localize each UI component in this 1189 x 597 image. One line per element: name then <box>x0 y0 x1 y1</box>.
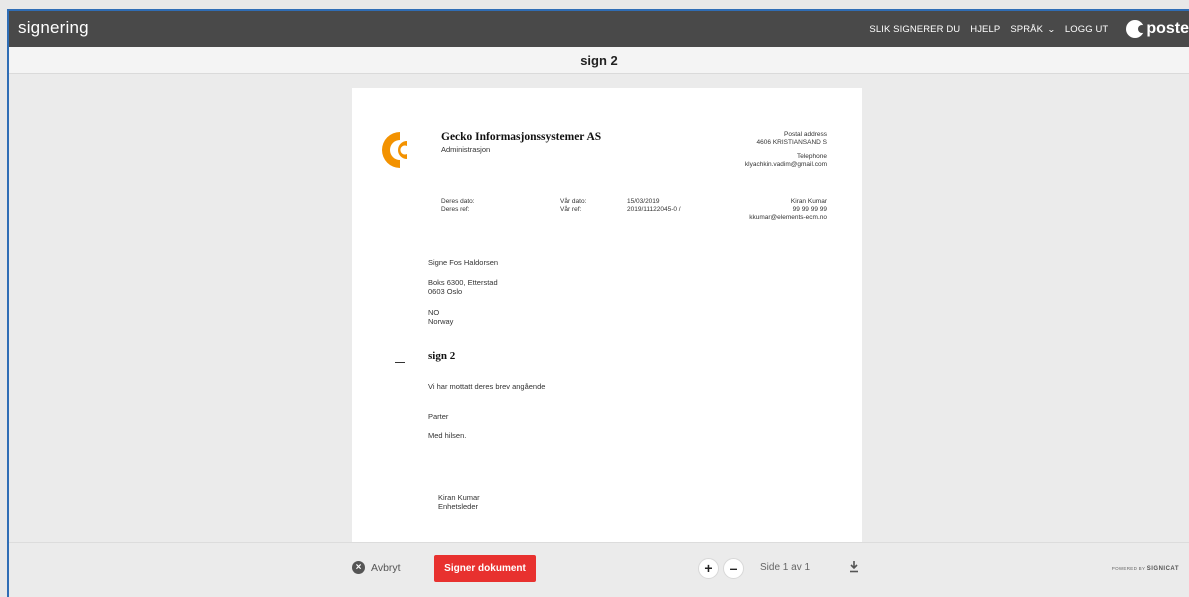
document-page: Gecko Informasjonssystemer AS Administra… <box>352 88 862 542</box>
contact-name: Kiran Kumar <box>790 198 827 205</box>
recipient-country-code: NO <box>428 308 440 317</box>
zoom-in-button[interactable]: + <box>698 558 719 579</box>
postal-label: Postal address <box>784 131 827 138</box>
document-viewer[interactable]: Gecko Informasjonssystemer AS Administra… <box>9 74 1189 542</box>
letter-parter: Parter <box>428 412 449 421</box>
postal-value: 4606 KRISTIANSAND S <box>756 139 827 146</box>
letter-closing: Med hilsen. <box>428 431 467 440</box>
contact-phone: 99 99 99 99 <box>792 206 827 213</box>
recipient-country: Norway <box>428 317 454 326</box>
help-link[interactable]: HJELP <box>970 24 1000 35</box>
telephone-value: klyachkin.vadim@gmail.com <box>744 161 827 168</box>
var-ref-value: 2019/11122045-0 / <box>627 206 681 213</box>
language-menu[interactable]: SPRÅK ⌄ <box>1010 24 1055 35</box>
company-name: Gecko Informasjonssystemer AS <box>441 131 602 143</box>
document-title: sign 2 <box>9 47 1189 74</box>
brand-title: signering <box>18 18 89 37</box>
letter-subject: sign 2 <box>428 350 456 362</box>
signer-name: Kiran Kumar <box>438 493 480 502</box>
signicat-brand: SIGNICAT <box>1146 566 1179 572</box>
contact-email: kkumar@elements-ecm.no <box>749 214 827 221</box>
language-label: SPRÅK <box>1010 23 1044 35</box>
recipient-name: Signe Fos Haldorsen <box>428 258 499 267</box>
cancel-button[interactable]: × Avbryt <box>352 561 401 574</box>
telephone-label: Telephone <box>797 153 827 160</box>
posten-logo-text: poste <box>1146 20 1189 37</box>
var-ref-label: Vår ref: <box>560 206 582 213</box>
logout-link[interactable]: LOGG UT <box>1065 24 1108 35</box>
powered-by-signicat: POWERED BY SIGNICAT <box>1112 566 1179 572</box>
sender-address-block: Postal address 4606 KRISTIANSAND S Telep… <box>745 131 827 169</box>
recipient-street: Boks 6300, Etterstad <box>428 278 498 287</box>
page-marker <box>395 362 405 363</box>
action-bar: × Avbryt Signer dokument + – Side 1 av 1… <box>9 542 1189 597</box>
var-dato-value: 15/03/2019 <box>627 198 660 205</box>
top-nav: SLIK SIGNERER DU HJELP SPRÅK ⌄ LOGG UT po… <box>869 11 1189 47</box>
chevron-down-icon: ⌄ <box>1047 24 1056 34</box>
cancel-label: Avbryt <box>371 561 401 574</box>
sign-document-button[interactable]: Signer dokument <box>434 555 536 582</box>
recipient-city: 0603 Oslo <box>428 287 463 296</box>
page-indicator: Side 1 av 1 <box>760 562 811 573</box>
top-navigation-bar: signering SLIK SIGNERER DU HJELP SPRÅK ⌄ … <box>9 11 1189 47</box>
deres-labels: Deres dato: Deres ref: <box>441 198 475 214</box>
how-to-sign-link[interactable]: SLIK SIGNERER DU <box>869 24 960 35</box>
powered-by-label: POWERED BY <box>1111 566 1146 571</box>
var-dato-label: Vår dato: <box>560 198 587 205</box>
company-department: Administrasjon <box>441 145 491 154</box>
deres-ref-label: Deres ref: <box>441 206 470 213</box>
deres-dato-label: Deres dato: <box>441 198 475 205</box>
contact-block: Kiran Kumar 99 99 99 99 kkumar@elements-… <box>749 198 827 222</box>
download-icon[interactable] <box>848 560 860 574</box>
letter-body: Vi har mottatt deres brev angående <box>428 382 546 391</box>
app-frame: signering SLIK SIGNERER DU HJELP SPRÅK ⌄ … <box>7 9 1189 597</box>
posten-logo: poste <box>1126 20 1189 38</box>
close-circle-icon: × <box>352 561 365 574</box>
gecko-logo-icon <box>382 132 407 168</box>
var-labels: Vår dato: Vår ref: <box>560 198 586 214</box>
posten-logo-icon <box>1126 20 1147 38</box>
var-values: 15/03/2019 2019/11122045-0 / <box>627 198 681 214</box>
zoom-out-button[interactable]: – <box>723 558 744 579</box>
signer-title: Enhetsleder <box>438 502 479 511</box>
